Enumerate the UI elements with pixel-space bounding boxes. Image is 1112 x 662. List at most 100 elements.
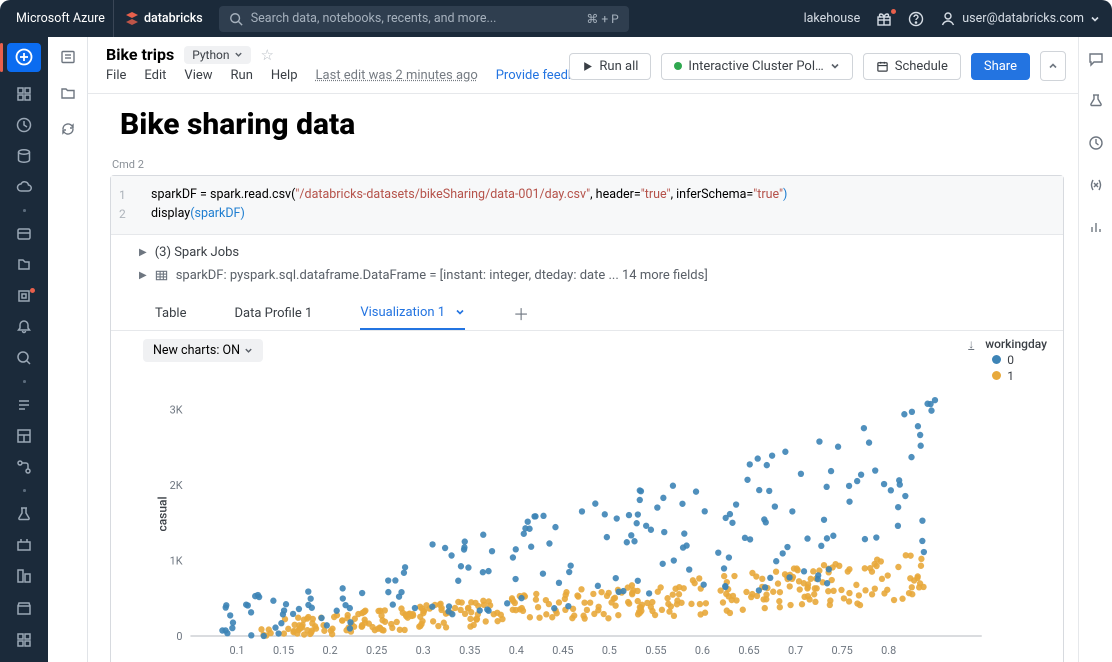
- charts-icon[interactable]: [1088, 219, 1104, 239]
- help-icon[interactable]: [908, 11, 924, 27]
- svg-text:0.6: 0.6: [695, 643, 710, 656]
- new-charts-toggle[interactable]: New charts: ON: [143, 339, 263, 362]
- revision-icon[interactable]: [1088, 135, 1104, 155]
- tab-table[interactable]: Table: [155, 298, 186, 329]
- svg-text:0.1: 0.1: [229, 643, 244, 656]
- nav-models[interactable]: [7, 531, 41, 560]
- notebook-title[interactable]: Bike trips: [106, 45, 174, 64]
- variables-icon[interactable]: [1088, 177, 1104, 197]
- svg-text:0.65: 0.65: [738, 643, 759, 656]
- share-button[interactable]: Share: [971, 53, 1030, 80]
- chevron-down-icon: [234, 50, 243, 59]
- global-topbar: Microsoft Azure databricks Search data, …: [0, 0, 1112, 37]
- language-selector[interactable]: Python: [184, 46, 250, 64]
- schedule-button[interactable]: Schedule: [863, 53, 961, 80]
- svg-text:0.55: 0.55: [645, 643, 666, 656]
- gift-icon[interactable]: [876, 11, 892, 27]
- scatter-plot[interactable]: casual 01K2K3K0.10.150.20.250.30.350.40.…: [141, 364, 1051, 662]
- status-dot-icon: [674, 62, 682, 70]
- search-icon: [229, 12, 243, 26]
- run-all-button[interactable]: Run all: [569, 53, 651, 80]
- nav-cloud[interactable]: [7, 172, 41, 201]
- visualization-panel: New charts: ON ↓ workingday 0 1 casual 0…: [111, 331, 1063, 662]
- folder-icon[interactable]: [60, 85, 76, 101]
- cmd-label: Cmd 2: [88, 158, 1078, 171]
- right-rail: [1078, 37, 1112, 662]
- nav-features[interactable]: [7, 562, 41, 591]
- svg-text:0: 0: [176, 629, 182, 642]
- notebook-subrail: [48, 37, 88, 662]
- page-title: Bike sharing data: [88, 97, 1078, 158]
- menu-edit[interactable]: Edit: [144, 68, 166, 83]
- svg-text:0.7: 0.7: [788, 643, 803, 656]
- chevron-down-icon: [244, 346, 253, 355]
- menu-view[interactable]: View: [184, 68, 212, 83]
- nav-rail: [0, 37, 48, 662]
- nav-marketplace[interactable]: [7, 594, 41, 623]
- schema-row[interactable]: ▶ sparkDF: pyspark.sql.dataframe.DataFra…: [139, 264, 1051, 287]
- user-menu[interactable]: user@databricks.com: [940, 11, 1100, 27]
- nav-experiments[interactable]: [7, 500, 41, 529]
- global-search[interactable]: Search data, notebooks, recents, and mor…: [219, 6, 629, 32]
- svg-text:0.45: 0.45: [552, 643, 573, 656]
- svg-text:0.25: 0.25: [366, 643, 387, 656]
- menu-help[interactable]: Help: [271, 68, 298, 83]
- svg-text:0.75: 0.75: [832, 643, 853, 656]
- table-icon: [155, 269, 168, 282]
- code-editor[interactable]: 12 sparkDF = spark.read.csv("/databricks…: [111, 176, 1063, 235]
- azure-brand: Microsoft Azure: [8, 0, 114, 37]
- create-button[interactable]: [7, 43, 41, 72]
- workspace-name[interactable]: lakehouse: [804, 11, 861, 26]
- svg-text:0.35: 0.35: [459, 643, 480, 656]
- download-icon[interactable]: ↓: [968, 337, 974, 351]
- nav-queries[interactable]: [7, 343, 41, 372]
- databricks-brand: databricks: [114, 11, 213, 27]
- search-shortcut: ⌘ + P: [586, 12, 618, 26]
- spark-jobs-row[interactable]: ▶(3) Spark Jobs: [139, 241, 1051, 264]
- nav-dashboards[interactable]: [7, 422, 41, 451]
- nav-data[interactable]: [7, 142, 41, 171]
- databricks-logo-icon: [124, 11, 140, 27]
- calendar-icon: [876, 60, 889, 73]
- tab-data-profile[interactable]: Data Profile 1: [234, 298, 312, 329]
- menu-file[interactable]: File: [106, 68, 126, 83]
- svg-text:0.15: 0.15: [273, 643, 294, 656]
- refresh-icon[interactable]: [60, 121, 76, 137]
- mlflow-icon[interactable]: [1088, 93, 1104, 113]
- svg-text:2K: 2K: [170, 479, 183, 492]
- nav-alerts[interactable]: [7, 312, 41, 341]
- collapse-right-button[interactable]: [1040, 51, 1066, 81]
- svg-text:3K: 3K: [170, 403, 183, 416]
- star-icon[interactable]: ☆: [261, 46, 274, 64]
- toc-icon[interactable]: [60, 49, 76, 65]
- svg-text:0.3: 0.3: [416, 643, 431, 656]
- nav-workspace[interactable]: [7, 80, 41, 109]
- add-tab-button[interactable]: ＋: [513, 301, 529, 325]
- nav-compute[interactable]: [7, 282, 41, 311]
- svg-text:0.5: 0.5: [602, 643, 617, 656]
- chevron-down-icon: [455, 307, 465, 317]
- svg-text:0.8: 0.8: [881, 643, 896, 656]
- chevron-down-icon: [830, 61, 840, 71]
- play-icon: [582, 61, 593, 72]
- comments-icon[interactable]: [1088, 51, 1104, 71]
- result-tabs: Table Data Profile 1 Visualization 1 ＋: [111, 293, 1063, 331]
- main-area: Bike trips Python ☆ Run all Interactive …: [88, 37, 1078, 662]
- search-placeholder: Search data, notebooks, recents, and mor…: [251, 11, 497, 26]
- nav-jobs[interactable]: [7, 220, 41, 249]
- svg-text:1K: 1K: [170, 554, 183, 567]
- code-cell: Python ▾ — ✕ 12 sparkDF = spark.read.csv…: [110, 175, 1064, 662]
- nav-workflows[interactable]: [7, 251, 41, 280]
- nav-recents[interactable]: [7, 111, 41, 140]
- user-icon: [940, 11, 956, 27]
- menu-run[interactable]: Run: [231, 68, 253, 83]
- nav-partner[interactable]: [7, 625, 41, 654]
- tab-visualization[interactable]: Visualization 1: [360, 297, 465, 330]
- nav-sql[interactable]: [7, 391, 41, 420]
- last-edit-info[interactable]: Last edit was 2 minutes ago: [316, 68, 478, 83]
- nav-pipelines[interactable]: [7, 452, 41, 481]
- svg-text:0.4: 0.4: [509, 643, 524, 656]
- chevron-down-icon: [1090, 14, 1100, 24]
- svg-text:0.2: 0.2: [323, 643, 338, 656]
- cluster-selector[interactable]: Interactive Cluster Pol…: [661, 53, 852, 80]
